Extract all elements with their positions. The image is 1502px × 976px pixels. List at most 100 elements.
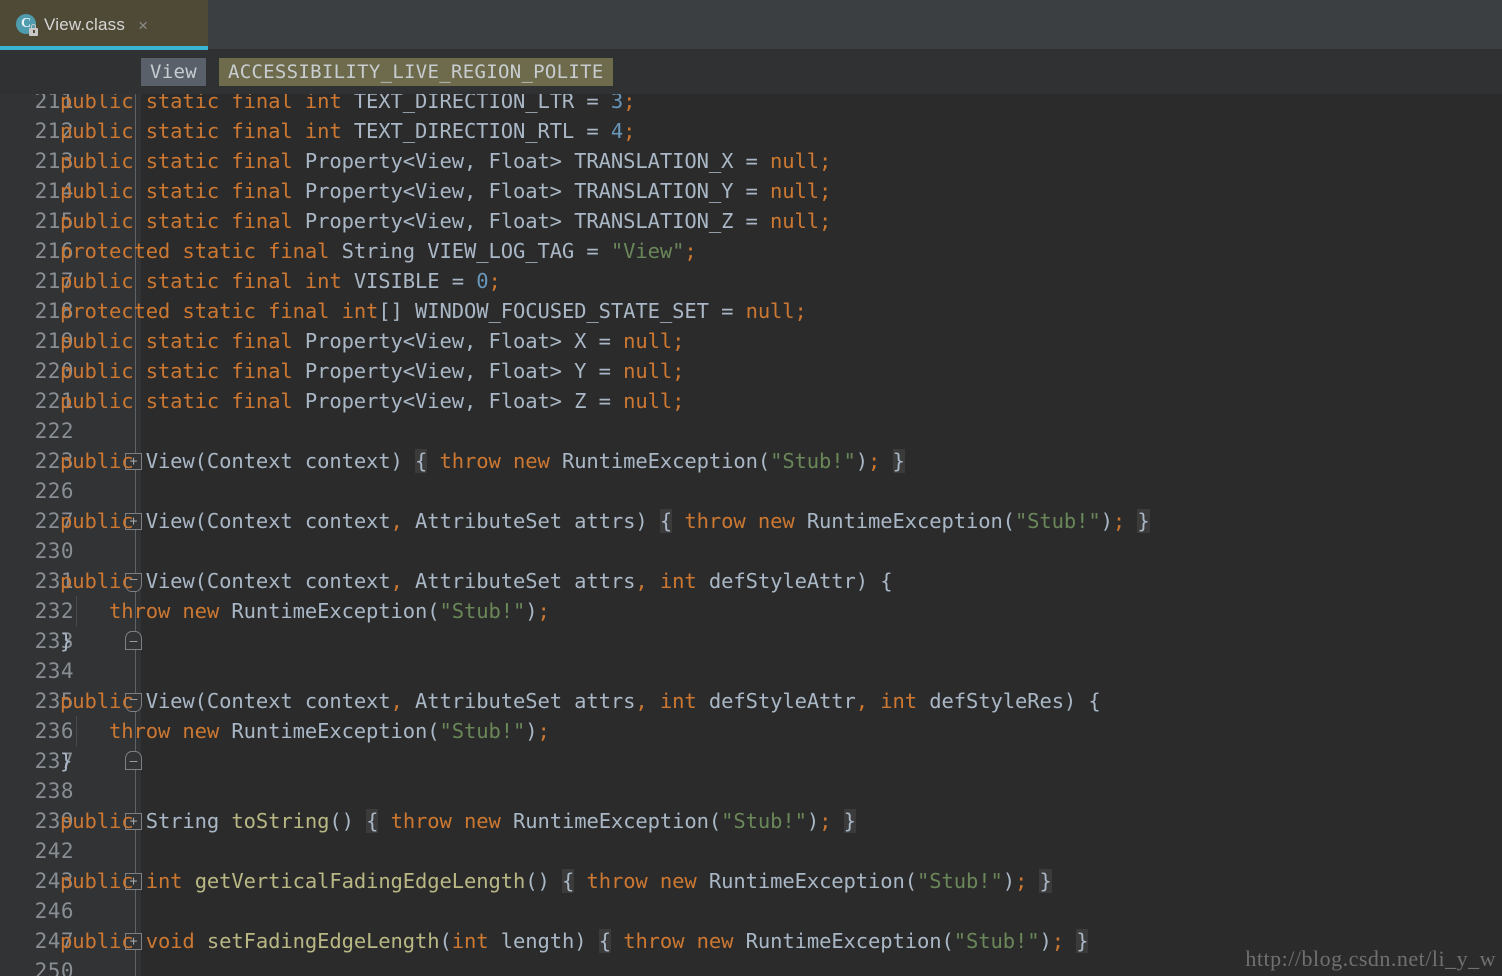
code-text: throw new RuntimeException("Stub!"); bbox=[60, 716, 550, 746]
code-token: ) bbox=[1039, 929, 1052, 953]
code-line[interactable]: 233–} bbox=[0, 626, 1502, 656]
code-token: throw new bbox=[439, 449, 562, 473]
code-token: } bbox=[60, 749, 73, 773]
code-line[interactable]: 213 public static final Property<View, Fl… bbox=[0, 146, 1502, 176]
code-token: "Stub!" bbox=[953, 929, 1040, 953]
fold-collapse-end-icon[interactable]: – bbox=[125, 751, 142, 770]
code-line[interactable]: 211 public static final int TEXT_DIRECTIO… bbox=[0, 94, 1502, 116]
code-line[interactable]: 217 public static final int VISIBLE = 0; bbox=[0, 266, 1502, 296]
breadcrumb: View ACCESSIBILITY_LIVE_REGION_POLITE bbox=[0, 50, 1502, 94]
code-token: Property<View, Float> TRANSLATION_Z = bbox=[304, 209, 771, 233]
code-text: public View(Context context, AttributeSe… bbox=[60, 566, 893, 596]
code-token: "View" bbox=[610, 239, 685, 263]
code-token: 4 bbox=[610, 119, 624, 143]
code-token: RuntimeException( bbox=[745, 929, 954, 953]
code-token: String bbox=[145, 809, 232, 833]
code-token: 3 bbox=[610, 94, 624, 113]
code-token: public bbox=[60, 929, 146, 953]
code-line[interactable]: 212 public static final int TEXT_DIRECTIO… bbox=[0, 116, 1502, 146]
code-token: Property<View, Float> Z = bbox=[304, 389, 624, 413]
code-token: public static final bbox=[60, 179, 305, 203]
code-token: } bbox=[60, 629, 73, 653]
code-token: ; bbox=[623, 94, 636, 113]
code-token: null bbox=[623, 359, 673, 383]
code-line[interactable]: 235– public View(Context context, Attribu… bbox=[0, 686, 1502, 716]
code-editor[interactable]: 211 public static final int TEXT_DIRECTIO… bbox=[0, 94, 1502, 976]
code-token: public static final bbox=[60, 149, 305, 173]
code-token: 0 bbox=[476, 269, 489, 293]
code-line[interactable]: 242 bbox=[0, 836, 1502, 866]
code-line[interactable]: 214 public static final Property<View, Fl… bbox=[0, 176, 1502, 206]
code-token: ; bbox=[537, 599, 550, 623]
code-token: RuntimeException( bbox=[513, 809, 722, 833]
code-token: , bbox=[635, 689, 648, 713]
code-line[interactable]: 227 + public View(Context context, Attribu… bbox=[0, 506, 1502, 536]
code-token: , bbox=[390, 509, 403, 533]
code-token: public static final bbox=[60, 389, 305, 413]
code-text: public static final Property<View, Float… bbox=[60, 206, 831, 236]
code-token: View(Context context bbox=[145, 569, 391, 593]
editor-tab-label: View.class bbox=[44, 15, 126, 34]
code-token: { bbox=[415, 449, 428, 473]
code-line[interactable]: 221 public static final Property<View, Fl… bbox=[0, 386, 1502, 416]
code-text: public static final int TEXT_DIRECTION_L… bbox=[60, 94, 636, 116]
code-token: RuntimeException( bbox=[806, 509, 1015, 533]
code-line[interactable]: 232 throw new RuntimeException("Stub!"); bbox=[0, 596, 1502, 626]
breadcrumb-item-member[interactable]: ACCESSIBILITY_LIVE_REGION_POLITE bbox=[218, 58, 613, 86]
code-token: length) bbox=[488, 929, 599, 953]
code-token: throw new bbox=[108, 719, 232, 743]
code-line[interactable]: 234 bbox=[0, 656, 1502, 686]
code-token: AttributeSet attrs bbox=[402, 569, 636, 593]
code-line[interactable]: 215 public static final Property<View, Fl… bbox=[0, 206, 1502, 236]
code-token: ) bbox=[806, 809, 820, 833]
line-number: 238 bbox=[34, 779, 74, 803]
code-token: RuntimeException( bbox=[708, 869, 918, 893]
code-line[interactable]: 223 + public View(Context context) { throw… bbox=[0, 446, 1502, 476]
code-token: public static final bbox=[60, 119, 305, 143]
code-token: throw new bbox=[108, 599, 232, 623]
code-token: ; bbox=[623, 119, 636, 143]
code-token: int bbox=[304, 94, 342, 113]
code-token: public static final bbox=[60, 209, 305, 233]
code-token: public bbox=[60, 509, 146, 533]
code-line[interactable]: 216 protected static final String VIEW_LO… bbox=[0, 236, 1502, 266]
breadcrumb-item-class[interactable]: View bbox=[141, 58, 206, 86]
code-line[interactable]: 222 bbox=[0, 416, 1502, 446]
code-token: public static final bbox=[60, 94, 305, 113]
code-line[interactable]: 218 protected static final int[] WINDOW_F… bbox=[0, 296, 1502, 326]
code-token: { bbox=[659, 509, 673, 533]
code-line[interactable]: 236 throw new RuntimeException("Stub!"); bbox=[0, 716, 1502, 746]
code-line[interactable]: 243 + public int getVerticalFadingEdgeLeng… bbox=[0, 866, 1502, 896]
close-icon[interactable]: × bbox=[138, 17, 148, 34]
code-token: ; bbox=[819, 149, 832, 173]
code-line[interactable]: 220 public static final Property<View, Fl… bbox=[0, 356, 1502, 386]
code-token: () bbox=[525, 869, 562, 893]
editor-tab-view-class[interactable]: C View.class × bbox=[0, 0, 208, 50]
code-line[interactable]: 237–} bbox=[0, 746, 1502, 776]
code-token: TEXT_DIRECTION_RTL = bbox=[341, 119, 611, 143]
code-token: defStyleAttr) { bbox=[696, 569, 893, 593]
code-line[interactable]: 239 + public String toString() { throw new… bbox=[0, 806, 1502, 836]
code-token: public bbox=[60, 569, 146, 593]
code-token: ; bbox=[672, 359, 685, 383]
code-line[interactable]: 231– public View(Context context, Attribu… bbox=[0, 566, 1502, 596]
code-line[interactable]: 246 bbox=[0, 896, 1502, 926]
code-token: { bbox=[561, 869, 575, 893]
code-text: public static final Property<View, Float… bbox=[60, 356, 684, 386]
code-line[interactable]: 219 public static final Property<View, Fl… bbox=[0, 326, 1502, 356]
fold-collapse-end-icon[interactable]: – bbox=[125, 631, 142, 650]
code-line[interactable]: 238 bbox=[0, 776, 1502, 806]
code-token: View(Context context) bbox=[145, 449, 416, 473]
code-token: int bbox=[341, 299, 379, 323]
code-line[interactable]: 230 bbox=[0, 536, 1502, 566]
code-token: ) bbox=[1002, 869, 1015, 893]
code-line[interactable]: 226 bbox=[0, 476, 1502, 506]
code-text: public int getVerticalFadingEdgeLength()… bbox=[60, 866, 1052, 896]
code-token: protected static final bbox=[60, 239, 342, 263]
code-token: ; bbox=[672, 329, 685, 353]
code-token: public bbox=[60, 869, 146, 893]
